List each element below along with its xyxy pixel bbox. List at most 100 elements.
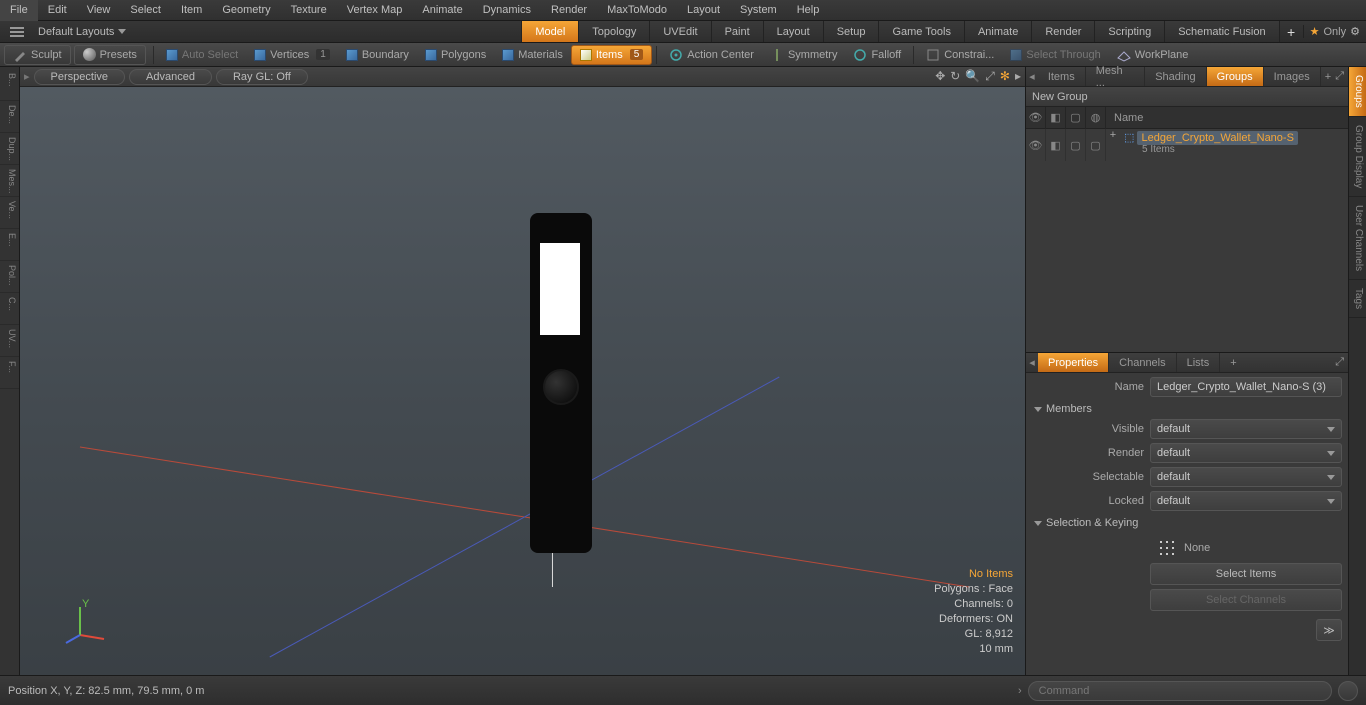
vtab-e[interactable]: E... [0, 229, 19, 261]
favorite-icon[interactable]: ★ [1310, 25, 1320, 38]
row-render-toggle[interactable]: ▢ [1086, 129, 1106, 161]
tab-properties[interactable]: Properties [1038, 353, 1109, 372]
polygons-button[interactable]: Polygons [417, 45, 494, 65]
tab-topology[interactable]: Topology [578, 21, 649, 42]
tab-gametools[interactable]: Game Tools [878, 21, 964, 42]
presets-button[interactable]: Presets [74, 45, 146, 65]
vertices-button[interactable]: Vertices1 [246, 45, 338, 65]
settings-gear-icon[interactable]: ⚙ [1350, 25, 1360, 38]
viewport-settings-icon[interactable]: ✻ [1000, 69, 1010, 84]
menu-layout[interactable]: Layout [677, 0, 730, 21]
locked-dropdown[interactable]: default [1150, 491, 1342, 511]
sculpt-button[interactable]: Sculpt [4, 45, 71, 65]
sidetab-groups[interactable]: Groups [1349, 67, 1366, 117]
autoselect-button[interactable]: Auto Select [158, 45, 246, 65]
menu-maxtomodo[interactable]: MaxToModo [597, 0, 677, 21]
constraints-button[interactable]: Constrai... [918, 45, 1002, 65]
tab-setup[interactable]: Setup [823, 21, 879, 42]
tree-item-name[interactable]: Ledger_Crypto_Wallet_Nano-S [1137, 131, 1297, 145]
row-visibility-toggle[interactable]: 👁 [1026, 129, 1046, 161]
tab-scripting[interactable]: Scripting [1094, 21, 1164, 42]
menu-vertexmap[interactable]: Vertex Map [337, 0, 413, 21]
sidetab-userchannels[interactable]: User Channels [1349, 197, 1366, 280]
vtab-mes[interactable]: Mes... [0, 165, 19, 197]
default-layouts-dropdown[interactable]: Default Layouts [34, 26, 130, 38]
visible-dropdown[interactable]: default [1150, 419, 1342, 439]
tree-row[interactable]: 👁 ◧ ▢ ▢ + ⬚ Ledger_Crypto_Wallet_Nano-S … [1026, 129, 1348, 161]
members-section[interactable]: Members [1034, 403, 1342, 415]
items-button[interactable]: Items5 [571, 45, 652, 65]
add-layout-tab-button[interactable]: + [1279, 21, 1303, 42]
menu-render[interactable]: Render [541, 0, 597, 21]
sidetab-tags[interactable]: Tags [1349, 280, 1366, 318]
selectthrough-button[interactable]: Select Through [1002, 45, 1108, 65]
viewport-perspective-dropdown[interactable]: Perspective [34, 69, 125, 85]
vtab-f[interactable]: F... [0, 357, 19, 389]
viewport-fit-icon[interactable]: ⤢ [985, 69, 995, 84]
sidetab-groupdisplay[interactable]: Group Display [1349, 117, 1366, 197]
row-select-toggle[interactable]: ◧ [1046, 129, 1066, 161]
selectable-dropdown[interactable]: default [1150, 467, 1342, 487]
menu-file[interactable]: File [0, 0, 38, 21]
vtab-dup[interactable]: Dup... [0, 133, 19, 165]
render-dropdown[interactable]: default [1150, 443, 1342, 463]
model-object[interactable] [530, 213, 592, 553]
expand-panel-icon[interactable]: ⤢ [1335, 70, 1344, 83]
more-button[interactable]: ≫ [1316, 619, 1342, 641]
viewport-back-icon[interactable]: ▸ [24, 70, 30, 83]
expand-icon[interactable]: + [1106, 129, 1120, 141]
vtab-uv[interactable]: UV... [0, 325, 19, 357]
materials-button[interactable]: Materials [494, 45, 571, 65]
menu-item[interactable]: Item [171, 0, 212, 21]
command-input[interactable]: Command [1028, 681, 1332, 701]
vtab-ve[interactable]: Ve... [0, 197, 19, 229]
select-items-button[interactable]: Select Items [1150, 563, 1342, 585]
vtab-c[interactable]: C... [0, 293, 19, 325]
tab-groups[interactable]: Groups [1207, 67, 1264, 86]
select-channels-button[interactable]: Select Channels [1150, 589, 1342, 611]
vtab-b[interactable]: B... [0, 69, 19, 101]
tab-uvedit[interactable]: UVEdit [649, 21, 710, 42]
command-run-button[interactable] [1338, 681, 1358, 701]
symmetry-button[interactable]: Symmetry [762, 45, 846, 65]
add-panel-icon[interactable]: + [1325, 71, 1331, 83]
viewport-shading-dropdown[interactable]: Advanced [129, 69, 212, 85]
new-group-button[interactable]: New Group [1026, 87, 1348, 107]
menu-geometry[interactable]: Geometry [212, 0, 280, 21]
tab-schematicfusion[interactable]: Schematic Fusion [1164, 21, 1278, 42]
menu-select[interactable]: Select [120, 0, 171, 21]
menu-texture[interactable]: Texture [281, 0, 337, 21]
col-select-icon[interactable]: ◧ [1046, 107, 1066, 129]
col-render-icon[interactable]: ◍ [1086, 107, 1106, 129]
panel-collapse-icon[interactable]: ◂ [1026, 67, 1038, 86]
tab-model[interactable]: Model [521, 21, 578, 42]
layout-switcher-icon[interactable] [6, 27, 28, 37]
falloff-button[interactable]: Falloff [845, 45, 909, 65]
col-lock-icon[interactable]: ▢ [1066, 107, 1086, 129]
axis-gizmo[interactable]: Y [62, 599, 110, 647]
props-collapse-icon[interactable]: ◂ [1026, 353, 1038, 372]
viewport-rotate-icon[interactable]: ↻ [950, 69, 960, 84]
col-visibility-icon[interactable]: 👁 [1026, 107, 1046, 129]
vtab-de[interactable]: De... [0, 101, 19, 133]
viewport-pan-icon[interactable]: ✥ [935, 69, 945, 84]
workplane-button[interactable]: WorkPlane [1109, 45, 1197, 65]
menu-view[interactable]: View [77, 0, 121, 21]
menu-system[interactable]: System [730, 0, 787, 21]
tab-channels[interactable]: Channels [1109, 353, 1176, 372]
selkey-section[interactable]: Selection & Keying [1034, 517, 1342, 529]
tab-render[interactable]: Render [1031, 21, 1094, 42]
tab-layout[interactable]: Layout [763, 21, 823, 42]
tab-meshops[interactable]: Mesh ... [1086, 67, 1146, 86]
viewport-maximize-icon[interactable]: ▸ [1015, 69, 1021, 84]
menu-help[interactable]: Help [787, 0, 830, 21]
name-field[interactable]: Ledger_Crypto_Wallet_Nano-S (3) [1150, 377, 1342, 397]
add-props-tab[interactable]: + [1220, 353, 1246, 372]
keying-pattern-icon[interactable] [1158, 539, 1176, 557]
tab-animate[interactable]: Animate [964, 21, 1031, 42]
tab-images[interactable]: Images [1264, 67, 1321, 86]
menu-dynamics[interactable]: Dynamics [473, 0, 541, 21]
boundary-button[interactable]: Boundary [338, 45, 417, 65]
viewport-3d[interactable]: Y No Items Polygons : Face Channels: 0 D… [20, 87, 1025, 675]
menu-edit[interactable]: Edit [38, 0, 77, 21]
